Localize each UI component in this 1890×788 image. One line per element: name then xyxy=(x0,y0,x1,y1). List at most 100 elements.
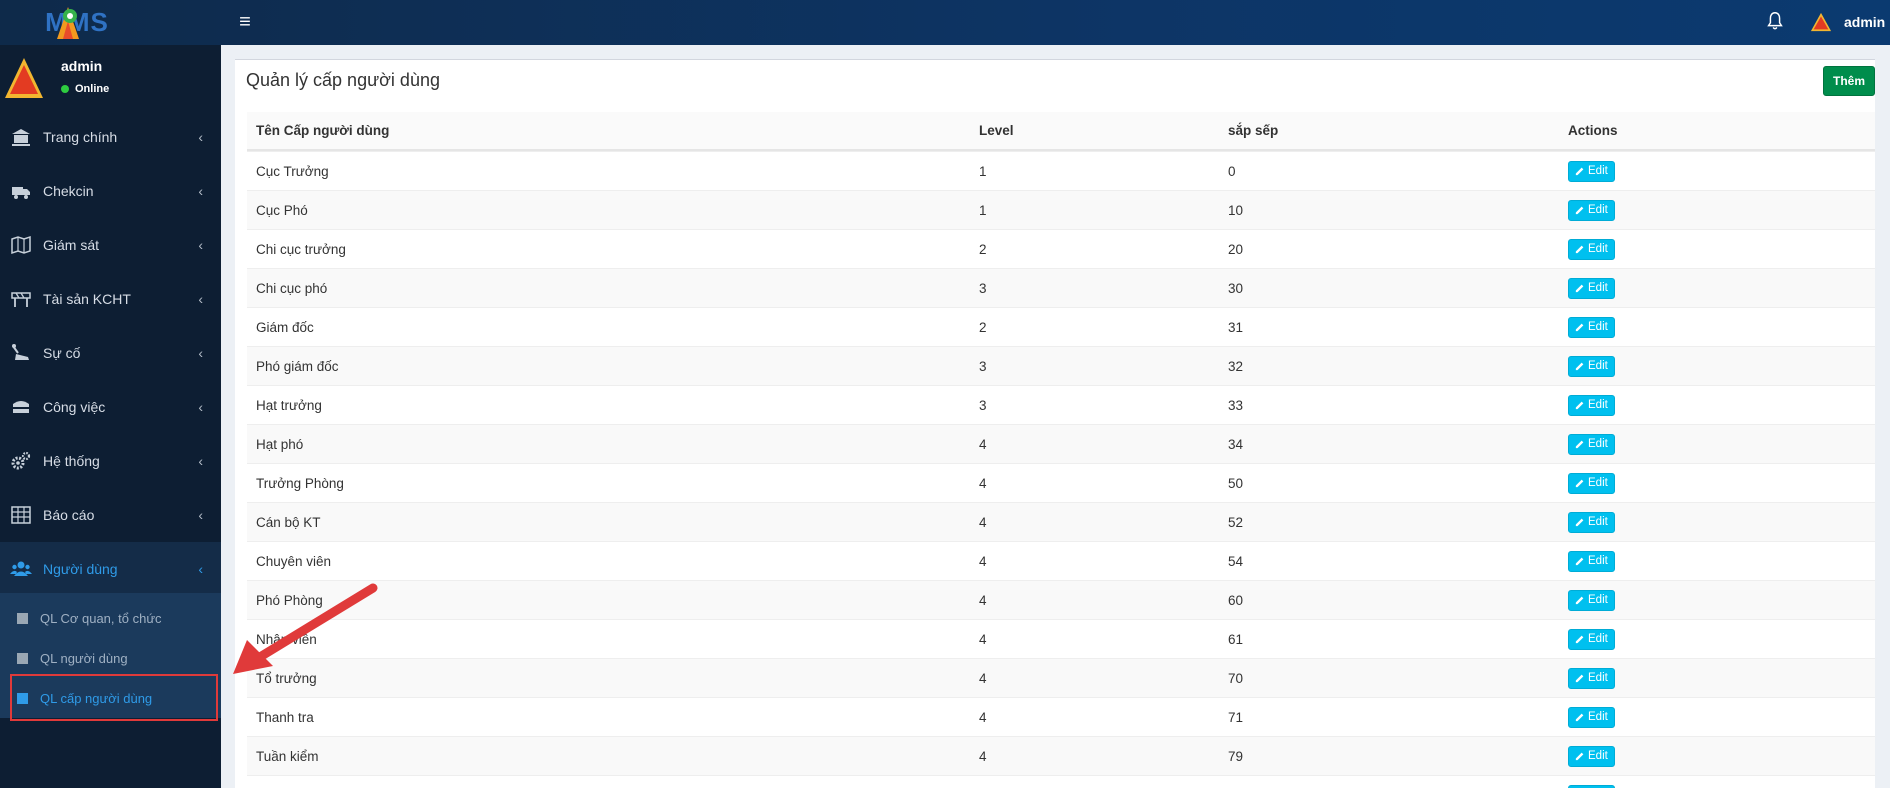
crash-icon xyxy=(10,342,32,364)
subitem-ql-nguoi-dung[interactable]: QL người dùng xyxy=(0,638,221,678)
pencil-icon xyxy=(1575,362,1584,371)
edit-button[interactable]: Edit xyxy=(1568,160,1615,182)
add-button[interactable]: Thêm xyxy=(1823,66,1875,96)
table-row: Phó giám đốc 3 32 Edit xyxy=(247,346,1875,385)
sidebar-item-label: Công việc xyxy=(43,399,106,415)
edit-button[interactable]: Edit xyxy=(1568,589,1615,611)
cell-order: 0 xyxy=(1228,163,1236,179)
sidebar-item-tai-san-kcht[interactable]: Tài sản KCHT ‹ xyxy=(0,272,221,326)
subitem-label: QL người dùng xyxy=(40,650,128,666)
table-body: Cục Trưởng 1 0 Edit Cục Phó 1 10 Edit Chi cục tr… xyxy=(247,151,1875,788)
cell-order: 50 xyxy=(1228,475,1244,491)
edit-button[interactable]: Edit xyxy=(1568,706,1615,728)
table-row: Thanh tra 4 71 Edit xyxy=(247,697,1875,736)
sidebar-user-name: admin xyxy=(61,58,103,74)
user-avatar-icon xyxy=(1810,12,1832,32)
column-header-name[interactable]: Tên Cấp người dùng xyxy=(256,123,389,138)
sidebar-item-su-co[interactable]: Sự cố ‹ xyxy=(0,326,221,380)
cell-level: 4 xyxy=(979,631,987,647)
cell-level: 3 xyxy=(979,280,987,296)
cell-actions: Edit xyxy=(1568,745,1615,767)
edit-button[interactable]: Edit xyxy=(1568,238,1615,260)
cell-name: Hạt phó xyxy=(256,436,304,452)
sidebar-item-bao-cao[interactable]: Báo cáo ‹ xyxy=(0,488,221,542)
edit-button[interactable]: Edit xyxy=(1568,745,1615,767)
bank-icon xyxy=(10,126,32,148)
table-row: Chi cục trưởng 2 20 Edit xyxy=(247,229,1875,268)
edit-label: Edit xyxy=(1588,750,1608,762)
cell-actions: Edit xyxy=(1568,628,1615,650)
edit-button[interactable]: Edit xyxy=(1568,511,1615,533)
sidebar-item-giam-sat[interactable]: Giám sát ‹ xyxy=(0,218,221,272)
cell-level: 2 xyxy=(979,241,987,257)
content-box: Quản lý cấp người dùng Thêm Tên Cấp ngườ… xyxy=(235,59,1875,788)
top-user-name: admin xyxy=(1844,14,1886,30)
edit-button[interactable]: Edit xyxy=(1568,472,1615,494)
chevron-left-icon: ‹ xyxy=(198,291,203,307)
edit-button[interactable]: Edit xyxy=(1568,316,1615,338)
gears-icon xyxy=(10,450,32,472)
logo[interactable]: MMS xyxy=(0,0,220,45)
pencil-icon xyxy=(1575,245,1584,254)
sidebar-menu: Trang chính ‹ Chekcin ‹ Giám sát ‹ Tài s… xyxy=(0,110,221,596)
cell-actions: Edit xyxy=(1568,511,1615,533)
sidebar-item-label: Trang chính xyxy=(43,129,118,145)
cell-order: 34 xyxy=(1228,436,1244,452)
sidebar-item-label: Tài sản KCHT xyxy=(43,291,131,307)
pencil-icon xyxy=(1575,323,1584,332)
edit-button[interactable]: Edit xyxy=(1568,355,1615,377)
pencil-icon xyxy=(1575,284,1584,293)
table-row: Hạt phó 4 34 Edit xyxy=(247,424,1875,463)
edit-label: Edit xyxy=(1588,282,1608,294)
edit-label: Edit xyxy=(1588,204,1608,216)
edit-button[interactable]: Edit xyxy=(1568,277,1615,299)
column-header-level[interactable]: Level xyxy=(979,123,1014,138)
annotation-highlight-box xyxy=(10,674,218,721)
cell-order: 71 xyxy=(1228,709,1244,725)
cell-level: 4 xyxy=(979,514,987,530)
table-row: Tuần đường580Edit xyxy=(247,775,1875,788)
subitem-ql-co-quan[interactable]: QL Cơ quan, tổ chức xyxy=(0,598,221,638)
cell-name: Chi cục phó xyxy=(256,280,328,296)
sidebar-item-chekcin[interactable]: Chekcin ‹ xyxy=(0,164,221,218)
cell-level: 1 xyxy=(979,202,987,218)
inbox-icon xyxy=(10,396,32,418)
bell-icon[interactable] xyxy=(1764,10,1786,32)
cell-level: 4 xyxy=(979,553,987,569)
edit-button[interactable]: Edit xyxy=(1568,550,1615,572)
edit-button[interactable]: Edit xyxy=(1568,433,1615,455)
sidebar-item-label: Giám sát xyxy=(43,237,100,253)
sidebar-item-label: Sự cố xyxy=(43,345,81,361)
chevron-left-icon: ‹ xyxy=(198,345,203,361)
edit-label: Edit xyxy=(1588,360,1608,372)
cell-level: 2 xyxy=(979,319,987,335)
cell-name: Phó Phòng xyxy=(256,592,323,608)
top-user-menu[interactable]: admin xyxy=(1810,6,1885,38)
edit-button[interactable]: Edit xyxy=(1568,199,1615,221)
edit-button[interactable]: Edit xyxy=(1568,394,1615,416)
truck-icon xyxy=(10,180,32,202)
sidebar-item-trang-chinh[interactable]: Trang chính ‹ xyxy=(0,110,221,164)
edit-label: Edit xyxy=(1588,633,1608,645)
pencil-icon xyxy=(1575,401,1584,410)
table-row: Chuyên viên 4 54 Edit xyxy=(247,541,1875,580)
menu-toggle-icon[interactable]: ≡ xyxy=(233,10,257,34)
cell-actions: Edit xyxy=(1568,706,1615,728)
sidebar-item-cong-viec[interactable]: Công việc ‹ xyxy=(0,380,221,434)
sidebar-item-nguoi-dung[interactable]: Người dùng ‹ xyxy=(0,542,221,596)
cell-actions: Edit xyxy=(1568,667,1615,689)
user-status: Online xyxy=(61,83,109,95)
cell-name: Chuyên viên xyxy=(256,553,332,569)
cell-name: Trưởng Phòng xyxy=(256,475,344,491)
edit-button[interactable]: Edit xyxy=(1568,667,1615,689)
edit-button[interactable]: Edit xyxy=(1568,628,1615,650)
cell-level: 4 xyxy=(979,592,987,608)
edit-button[interactable]: Edit xyxy=(1568,784,1615,788)
pencil-icon xyxy=(1575,206,1584,215)
map-icon xyxy=(10,234,32,256)
edit-label: Edit xyxy=(1588,672,1608,684)
table-row: Nhân viên 4 61 Edit xyxy=(247,619,1875,658)
table-header: Tên Cấp người dùng Level sắp sếp Actions xyxy=(247,112,1875,151)
column-header-order[interactable]: sắp sếp xyxy=(1228,123,1278,138)
sidebar-item-he-thong[interactable]: Hệ thống ‹ xyxy=(0,434,221,488)
